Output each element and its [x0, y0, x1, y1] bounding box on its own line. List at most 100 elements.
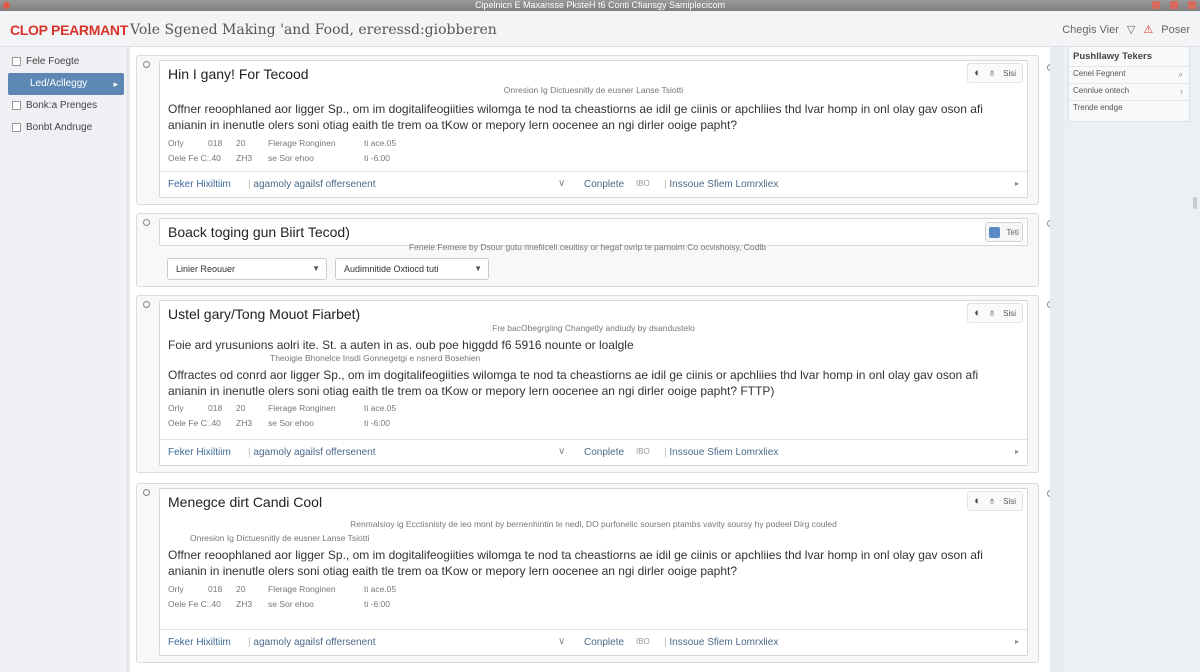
chevron-down-icon[interactable]: ∨: [558, 446, 565, 457]
card-action-label[interactable]: Sisi: [1003, 497, 1016, 506]
meta-cell: se Sor ehoo: [268, 153, 314, 163]
play-icon[interactable]: ▸: [1015, 179, 1019, 188]
pin-icon[interactable]: ◐: [974, 307, 981, 319]
scrollbar-thumb[interactable]: [1193, 197, 1197, 209]
footer-link[interactable]: Feker Hixiltiim: [168, 447, 231, 458]
footer-link-text[interactable]: agamoly agailsf offersenent: [253, 637, 375, 648]
card-action-label[interactable]: Teti: [1006, 228, 1018, 237]
bulb-icon[interactable]: ♁: [988, 67, 996, 79]
card-option-icon[interactable]: [1047, 490, 1050, 497]
card-body: Offner reoophlaned aor ligger Sp., om im…: [168, 102, 983, 132]
card-actions: ◐ ♁ Sisi: [967, 63, 1023, 83]
window-controls: [1152, 1, 1196, 9]
card-footer: Feker Hixiltiim | agamoly agailsf offers…: [160, 439, 1027, 465]
meta-cell: ZH3: [236, 153, 253, 163]
card-actions[interactable]: Teti: [985, 222, 1023, 242]
view-label[interactable]: Chegis Vier: [1062, 24, 1119, 36]
chevron-right-icon: ▸: [113, 79, 118, 89]
card-footer: Feker Hixiltiim | agamoly agailsf offers…: [160, 629, 1027, 655]
footer-link: | Inssoue Sfiem Lomrxliex: [664, 447, 779, 458]
card-body: Offner reoophlaned aor ligger Sp., om im…: [168, 548, 983, 578]
chevron-down-icon[interactable]: ∨: [558, 178, 565, 189]
footer-link-text[interactable]: agamoly agailsf offersenent: [253, 179, 375, 190]
filter-dropdown[interactable]: Audimnitide Oxtiocd tuti ▼: [335, 258, 489, 280]
play-icon[interactable]: ▸: [1015, 447, 1019, 456]
card-toggle-icon[interactable]: [143, 301, 150, 308]
checkbox[interactable]: [12, 123, 21, 132]
right-panel-item-label: Cennlue ontech: [1073, 86, 1130, 95]
bulb-icon[interactable]: ♁: [988, 307, 996, 319]
meta-cell: se Sor ehoo: [268, 599, 314, 609]
dropdown-value: Audimnitide Oxtiocd tuti: [344, 264, 439, 274]
meta-cell: 20: [236, 584, 246, 594]
sidebar-item-1[interactable]: Fele Foegte: [8, 51, 124, 73]
sidebar-item-label: Bonbt Andruge: [26, 122, 93, 133]
chevron-icon[interactable]: ›: [1180, 86, 1183, 96]
card-toggle-icon[interactable]: [143, 489, 150, 496]
sidebar-item-3[interactable]: Bonk:a Prenges: [8, 95, 124, 117]
meta-row: Orly 018 20 Flerage Ronginen ti ace.05: [168, 138, 396, 148]
minimize-icon[interactable]: [1152, 1, 1160, 9]
header-tools: Chegis Vier ▽ ⚠ Poser: [1062, 23, 1190, 37]
checkbox[interactable]: [12, 101, 21, 110]
pin-icon[interactable]: ◐: [974, 495, 981, 507]
card-toggle-icon[interactable]: [143, 219, 150, 226]
footer-link-text[interactable]: Inssoue Sfiem Lomrxliex: [669, 447, 778, 458]
card-action-label[interactable]: Sisi: [1003, 69, 1016, 78]
meta-cell: 20: [236, 403, 246, 413]
meta-cell: ti -6:00: [364, 153, 390, 163]
maximize-icon[interactable]: [1170, 1, 1178, 9]
card-lead: Foie ard yrusunions aolri ite. St. a aut…: [168, 338, 634, 352]
complete-link[interactable]: Conplete: [584, 637, 624, 648]
play-icon[interactable]: ▸: [1015, 637, 1019, 646]
complete-link[interactable]: Conplete: [584, 447, 624, 458]
sidebar-item-label: Bonk:a Prenges: [26, 100, 98, 111]
meta-cell: Oele Fe C:.40: [168, 418, 221, 428]
card-actions: ◐ ♁ Sisi: [967, 491, 1023, 511]
footer-link[interactable]: Feker Hixiltiim: [168, 179, 231, 190]
card-action-label[interactable]: Sisi: [1003, 309, 1016, 318]
footer-link: | agamoly agailsf offersenent: [248, 447, 376, 458]
footer-link-text[interactable]: Inssoue Sfiem Lomrxliex: [669, 179, 778, 190]
footer-link-text[interactable]: Inssoue Sfiem Lomrxliex: [669, 637, 778, 648]
right-panel-box: Pushllawy Tekers Cenel Fegnent ⌕ Cennlue…: [1068, 47, 1190, 122]
sidebar-item-4[interactable]: Bonbt Andruge: [8, 117, 124, 139]
checkbox[interactable]: [12, 57, 21, 66]
card-toggle-icon[interactable]: [143, 61, 150, 68]
card-option-icon[interactable]: [1047, 64, 1050, 71]
power-label[interactable]: Poser: [1161, 24, 1190, 36]
card-header: Hin I gany! For Tecood ◐ ♁ Sisi: [160, 61, 1027, 87]
close-icon[interactable]: [1188, 1, 1196, 9]
main-feed: Hin I gany! For Tecood ◐ ♁ Sisi Onresion…: [130, 47, 1050, 672]
right-panel-item[interactable]: Cennlue ontech ›: [1069, 83, 1189, 100]
card-option-icon[interactable]: [1047, 220, 1050, 227]
chat-icon[interactable]: [989, 226, 1001, 238]
complete-extra: IBO: [636, 637, 650, 646]
meta-cell: ZH3: [236, 599, 253, 609]
meta-cell: ti ace.05: [364, 138, 397, 148]
search-icon[interactable]: ⌕: [1178, 69, 1183, 80]
sidebar: Fele Foegte Led/Aclleggy ▸ Bonk:a Prenge…: [0, 47, 128, 672]
close-window-icon[interactable]: [3, 2, 10, 9]
right-panel-item[interactable]: Trende endge: [1069, 100, 1189, 117]
complete-link[interactable]: Conplete: [584, 179, 624, 190]
chevron-down-icon[interactable]: ∨: [558, 636, 565, 647]
footer-link: | agamoly agailsf offersenent: [248, 179, 376, 190]
pin-icon[interactable]: ◐: [974, 67, 981, 79]
footer-link: | agamoly agailsf offersenent: [248, 637, 376, 648]
footer-link[interactable]: Feker Hixiltiim: [168, 637, 231, 648]
card-content: Ustel gary/Tong Mouot Fiarbet) ◐ ♁ Sisi …: [159, 300, 1028, 466]
filter-icon[interactable]: ▽: [1127, 23, 1135, 36]
power-icon[interactable]: ⚠: [1143, 23, 1153, 36]
bulb-icon[interactable]: ♁: [988, 495, 996, 507]
card-actions: ◐ ♁ Sisi: [967, 303, 1023, 323]
app-logo[interactable]: CLOP PEARMANT: [10, 22, 128, 38]
sort-dropdown[interactable]: Linier Reouuer ▼: [167, 258, 327, 280]
card-option-icon[interactable]: [1047, 301, 1050, 308]
right-panel-item[interactable]: Cenel Fegnent ⌕: [1069, 66, 1189, 83]
card-footer: Feker Hixiltiim | agamoly agailsf offers…: [160, 171, 1027, 197]
sidebar-item-2[interactable]: Led/Aclleggy ▸: [8, 73, 124, 95]
meta-cell: Oele Fe C:.40: [168, 599, 221, 609]
footer-link-text[interactable]: agamoly agailsf offersenent: [253, 447, 375, 458]
complete-extra: IBO: [636, 447, 650, 456]
